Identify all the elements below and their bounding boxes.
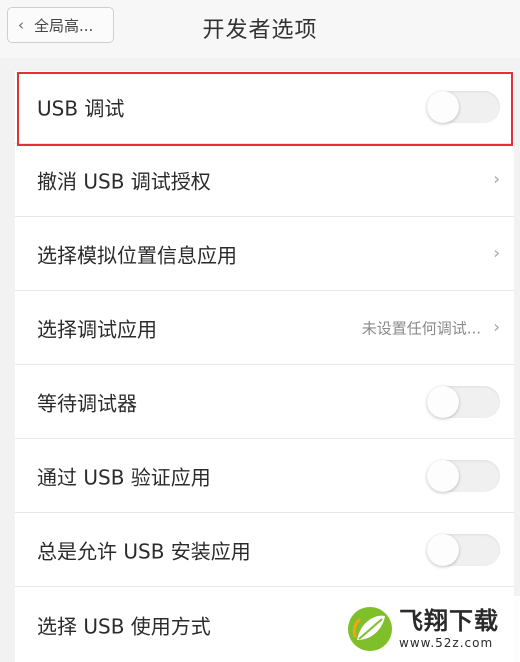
watermark: 飞翔下载 www.52z.com xyxy=(343,596,520,662)
row-label: USB 调试 xyxy=(37,96,125,121)
chevron-right-icon: › xyxy=(493,243,500,264)
toggle-knob xyxy=(427,460,459,492)
wait-for-debugger-toggle[interactable] xyxy=(427,386,500,418)
row-label: 总是允许 USB 安装应用 xyxy=(37,539,251,564)
row-wait-for-debugger[interactable]: 等待调试器 xyxy=(15,366,514,439)
row-value: 未设置任何调试... xyxy=(361,319,481,338)
row-revoke-usb-authorization[interactable]: 撤消 USB 调试授权 › xyxy=(15,144,514,217)
chevron-right-icon: › xyxy=(493,317,500,338)
row-select-debug-app[interactable]: 选择调试应用 未设置任何调试... › xyxy=(15,292,514,365)
row-always-allow-usb-install[interactable]: 总是允许 USB 安装应用 xyxy=(15,514,514,587)
row-label: 等待调试器 xyxy=(37,391,137,416)
top-bar: ‹ 全局高... 开发者选项 xyxy=(0,0,520,58)
page-title: 开发者选项 xyxy=(202,18,318,43)
watermark-url: www.52z.com xyxy=(399,636,494,650)
toggle-knob xyxy=(427,534,459,566)
row-label: 撤消 USB 调试授权 xyxy=(37,169,211,194)
toggle-knob xyxy=(427,91,459,123)
watermark-text: 飞翔下载 www.52z.com xyxy=(399,609,499,649)
settings-list: USB 调试 撤消 USB 调试授权 › 选择模拟位置信息应用 › 选择调试应用… xyxy=(15,71,514,662)
verify-apps-over-usb-toggle[interactable] xyxy=(427,460,500,492)
usb-debugging-toggle[interactable] xyxy=(427,91,500,123)
row-verify-apps-over-usb[interactable]: 通过 USB 验证应用 xyxy=(15,440,514,513)
chevron-right-icon: › xyxy=(493,169,500,190)
row-label: 选择模拟位置信息应用 xyxy=(37,243,237,268)
watermark-brand: 飞翔下载 xyxy=(399,607,499,635)
row-label: 选择调试应用 xyxy=(37,317,157,342)
row-label: 选择 USB 使用方式 xyxy=(37,614,211,638)
toggle-knob xyxy=(427,386,459,418)
row-mock-location-app[interactable]: 选择模拟位置信息应用 › xyxy=(15,218,514,291)
row-label: 通过 USB 验证应用 xyxy=(37,465,211,490)
leaf-logo-icon xyxy=(348,607,392,651)
always-allow-usb-install-toggle[interactable] xyxy=(427,534,500,566)
row-usb-debugging[interactable]: USB 调试 xyxy=(15,71,514,144)
